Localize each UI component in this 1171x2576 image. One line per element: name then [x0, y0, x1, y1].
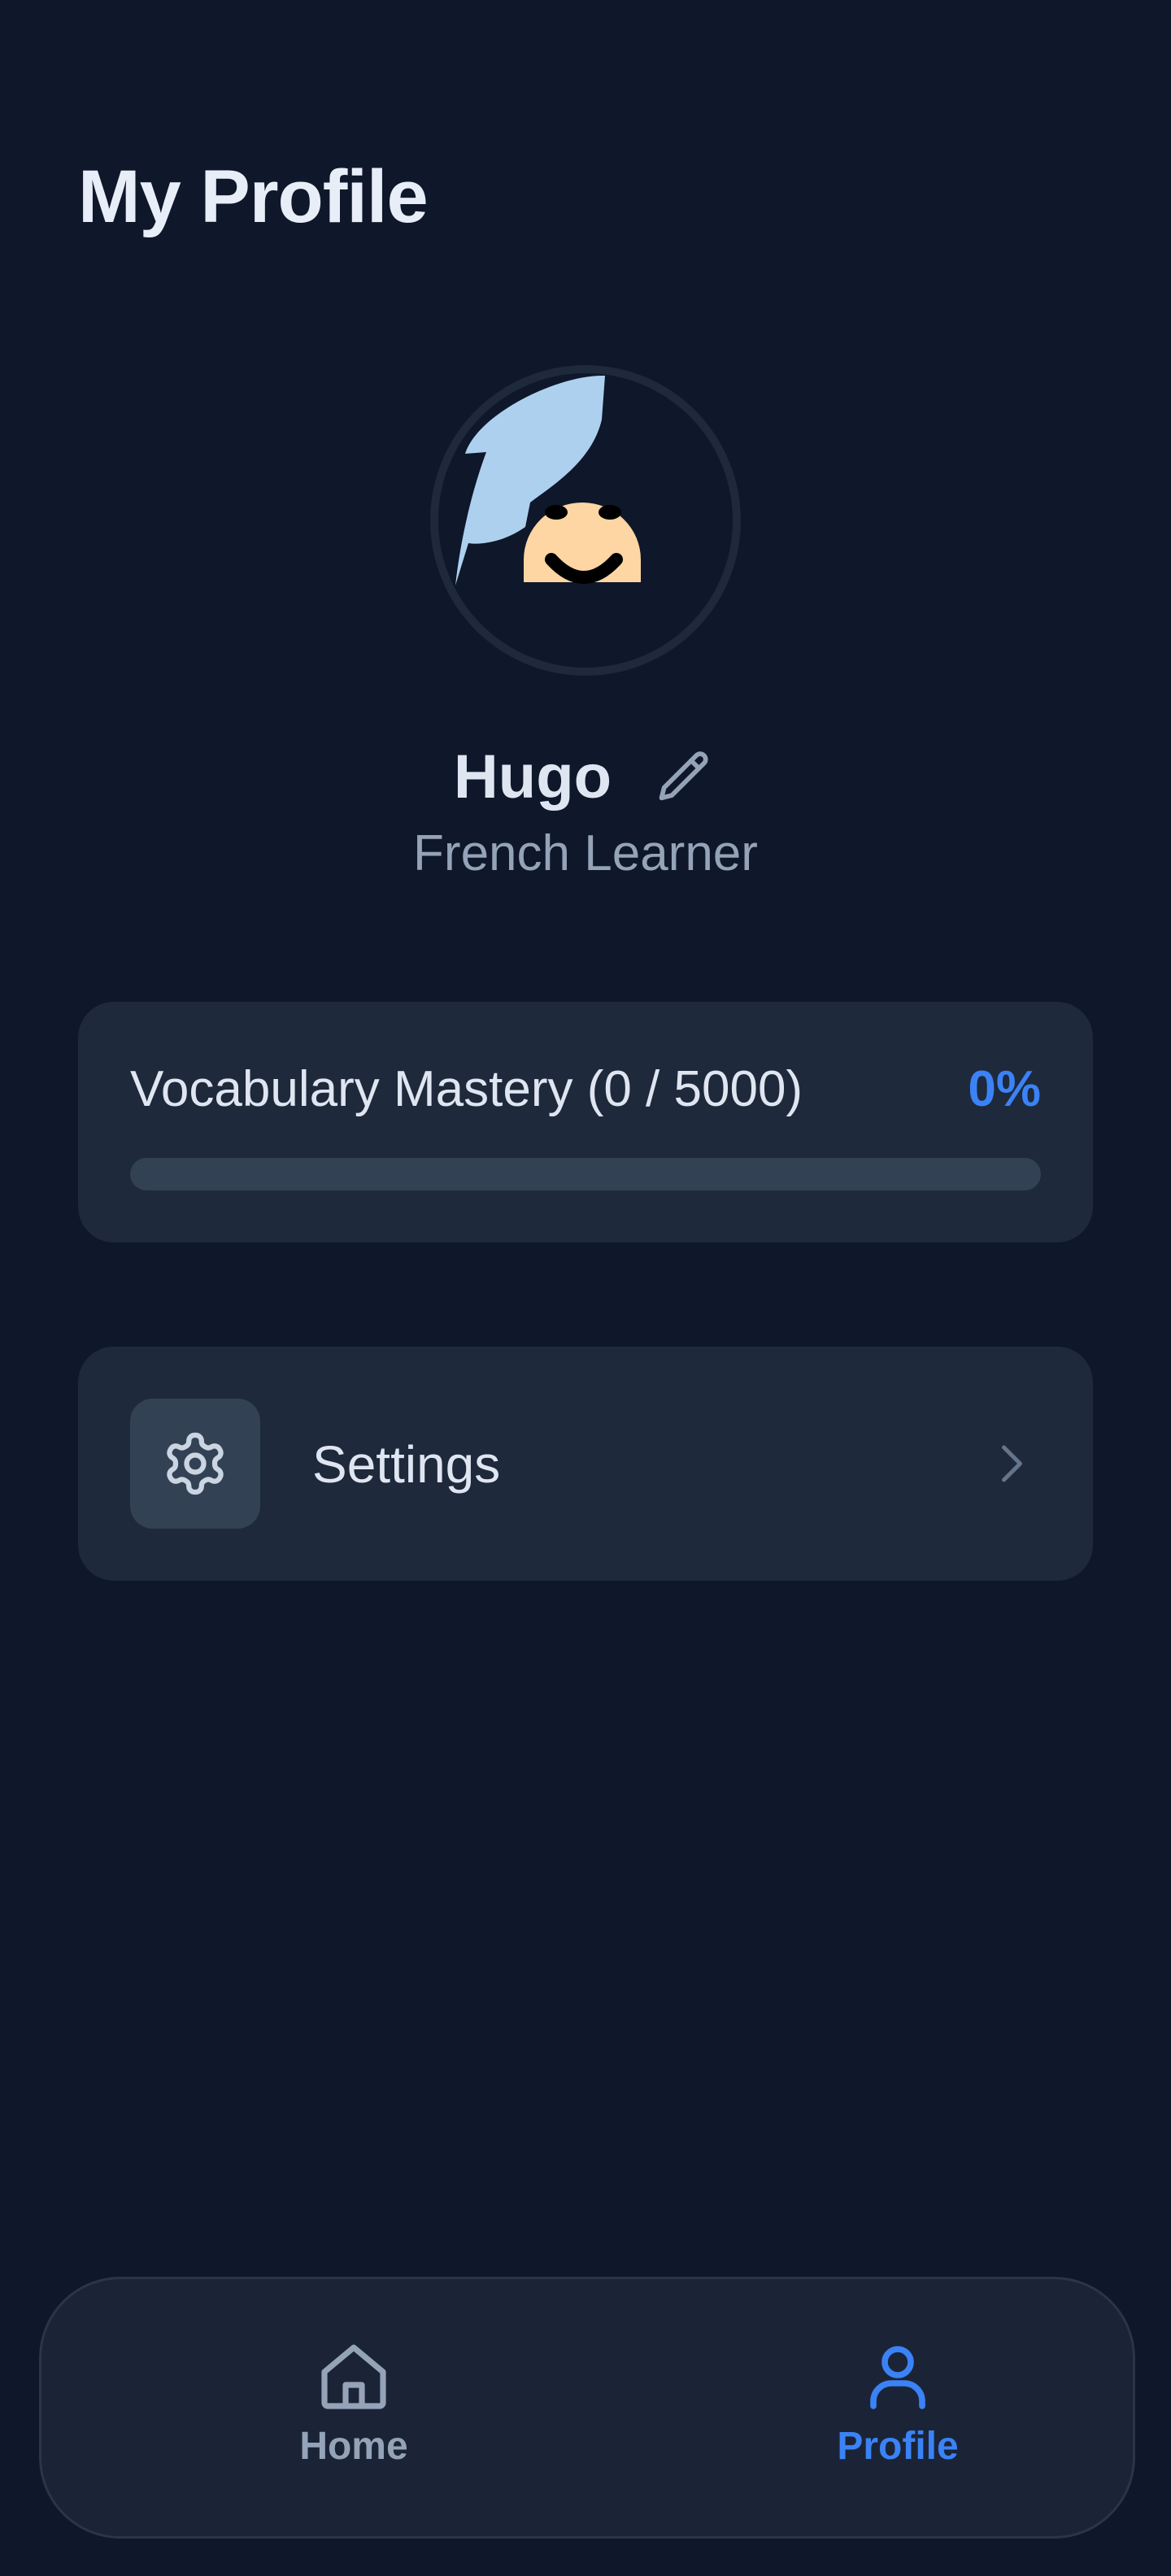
settings-label: Settings: [312, 1435, 501, 1494]
nav-home-label: Home: [299, 2425, 408, 2468]
profile-name: Hugo: [453, 742, 612, 812]
nav-profile[interactable]: Profile: [751, 2279, 1044, 2536]
settings-icon-box: [130, 1399, 260, 1529]
home-icon: [321, 2344, 386, 2409]
settings-menu-item[interactable]: Settings: [78, 1347, 1093, 1581]
edit-name-button[interactable]: [652, 745, 717, 810]
pencil-icon: [659, 751, 708, 801]
vocabulary-progress-bar: [130, 1158, 1041, 1190]
profile-role: French Learner: [413, 825, 758, 881]
nav-profile-label: Profile: [837, 2425, 959, 2468]
user-icon: [870, 2346, 925, 2409]
vocabulary-mastery-percent: 0%: [968, 1061, 1041, 1117]
avatar[interactable]: [429, 364, 742, 677]
bottom-navigation: Home Profile: [39, 2277, 1135, 2539]
nav-home[interactable]: Home: [207, 2279, 500, 2536]
vocabulary-mastery-label: Vocabulary Mastery (0 / 5000): [130, 1061, 803, 1117]
vocabulary-mastery-card: Vocabulary Mastery (0 / 5000) 0%: [78, 1002, 1093, 1242]
gear-icon: [167, 1432, 224, 1495]
chevron-right-icon: [1002, 1445, 1022, 1482]
page-title: My Profile: [78, 155, 429, 238]
